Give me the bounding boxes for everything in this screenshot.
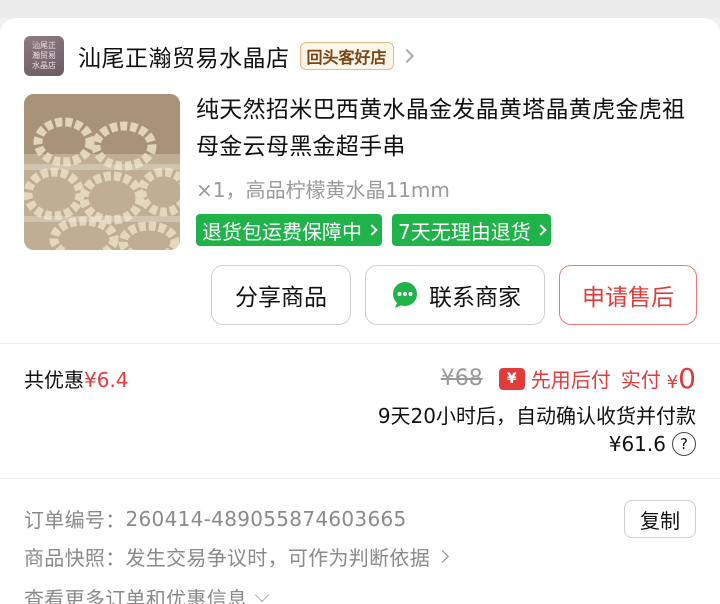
service-tags: 退货包运费保障中 7天无理由退货 [196,214,551,246]
auto-confirm-notice: 9天20小时后，自动确认收货并付款 [377,404,696,428]
actual-paid-currency: ¥ [666,372,679,393]
shop-badge: 回头客好店 [299,42,394,70]
order-number-label: 订单编号： [24,508,126,532]
product-title[interactable]: 纯天然招米巴西黄水晶金发晶黄塔晶黄虎金虎祖母金云母黑金超手串 [196,92,696,166]
chevron-right-icon [366,224,378,236]
chevron-down-icon [255,587,270,602]
price-line: ¥68 ¥ 先用后付 实付 ¥0 [441,362,696,395]
snapshot-label: 商品快照： [24,546,126,570]
help-icon[interactable]: ? [672,432,696,456]
pay-later-label: 先用后付 [530,368,611,392]
yuan-pay-icon: ¥ [498,367,525,390]
final-amount: ¥61.6 [608,432,666,456]
product-spec: ×1，高品柠檬黄水晶11mm [196,178,450,202]
chat-bubble-icon [393,282,417,308]
order-number-row: 订单编号： 260414-489055874603665 [24,504,407,533]
seven-day-return-tag-label: 7天无理由退货 [398,219,531,244]
divider [0,478,720,479]
total-discount: 共优惠¥6.4 [24,364,129,393]
copy-button[interactable]: 复制 [624,500,696,538]
chevron-right-icon [436,550,449,563]
contact-merchant-button[interactable]: 联系商家 [365,265,545,325]
actual-paid-label: 实付 [620,368,661,392]
actual-paid-value: 0 [678,362,696,395]
seven-day-return-tag[interactable]: 7天无理由退货 [392,214,551,246]
shop-logo-text: 汕尾正瀚贸易水晶店 [32,41,56,70]
after-sale-label: 申请售后 [582,285,674,311]
share-product-button[interactable]: 分享商品 [211,265,351,325]
actual-paid-amount: ¥0 [667,362,696,395]
top-strip [0,0,720,18]
return-shipping-tag-label: 退货包运费保障中 [202,219,362,244]
order-number: 260414-489055874603665 [125,506,407,531]
snapshot-text: 发生交易争议时，可作为判断依据 [125,546,430,570]
product-thumbnail[interactable] [24,94,180,250]
shop-header[interactable]: 汕尾正瀚贸易水晶店 汕尾正瀚贸易水晶店 回头客好店 [24,36,414,76]
chevron-right-icon [535,224,547,236]
after-sale-button[interactable]: 申请售后 [559,265,697,325]
final-amount-row: ¥61.6 ? [609,432,696,456]
discount-amount: ¥6.4 [84,368,129,392]
more-orders-label: 查看更多订单和优惠信息 [24,587,248,604]
chevron-right-icon[interactable] [399,48,414,64]
shop-name[interactable]: 汕尾正瀚贸易水晶店 [78,39,290,73]
contact-merchant-label: 联系商家 [429,285,521,311]
order-card: 汕尾正瀚贸易水晶店 汕尾正瀚贸易水晶店 回头客好店 纯天然招米巴西黄水晶金发晶黄… [0,18,720,604]
product-image [24,94,180,250]
share-product-label: 分享商品 [235,285,327,311]
original-price: ¥68 [440,366,483,391]
snapshot-row[interactable]: 商品快照： 发生交易争议时，可作为判断依据 [24,542,449,571]
more-orders-link[interactable]: 查看更多订单和优惠信息 [24,583,270,604]
return-shipping-tag[interactable]: 退货包运费保障中 [196,214,382,246]
divider [0,343,720,344]
shop-logo: 汕尾正瀚贸易水晶店 [24,36,64,76]
discount-label: 共优惠 [24,368,84,392]
